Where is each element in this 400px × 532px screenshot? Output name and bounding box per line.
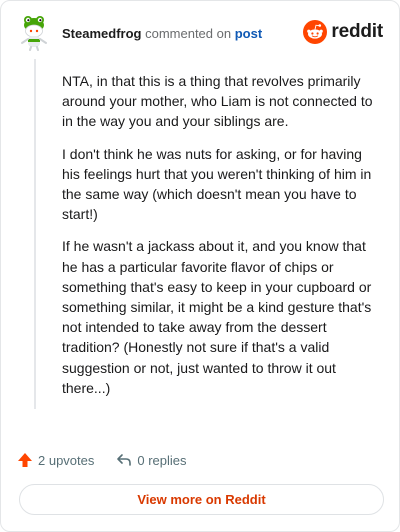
thread-line <box>34 59 36 409</box>
replies-count: 0 replies <box>137 452 187 468</box>
comment-embed-card: Steamedfrog commented on post reddit NTA… <box>0 0 400 532</box>
comment-paragraph: I don't think he was nuts for asking, or… <box>62 145 372 223</box>
comment-byline: Steamedfrog commented on post <box>62 26 262 41</box>
snoo-avatar-icon[interactable] <box>17 15 51 51</box>
reply-arrow-icon <box>117 454 132 466</box>
comment-footer: 2 upvotes 0 replies <box>17 449 187 471</box>
post-link[interactable]: post <box>235 26 262 41</box>
upvote-arrow-icon <box>18 453 32 467</box>
comment-header: Steamedfrog commented on post reddit <box>17 15 383 55</box>
comment-paragraph: If he wasn't a jackass about it, and you… <box>62 238 372 396</box>
username-link[interactable]: Steamedfrog <box>62 26 141 41</box>
comment-paragraph: NTA, in that this is a thing that revolv… <box>62 73 373 130</box>
reddit-wordmark: reddit <box>331 21 383 42</box>
reddit-logo-icon <box>303 20 328 44</box>
replies-stat[interactable]: 0 replies <box>116 452 187 468</box>
comment-body: NTA, in that this is a thing that revolv… <box>62 71 382 410</box>
action-text: commented on <box>145 26 232 41</box>
upvotes-count: 2 upvotes <box>38 452 95 468</box>
view-more-button[interactable]: View more on Reddit <box>19 484 384 515</box>
reddit-brand[interactable]: reddit <box>303 18 383 46</box>
upvotes-stat[interactable]: 2 upvotes <box>17 452 94 468</box>
